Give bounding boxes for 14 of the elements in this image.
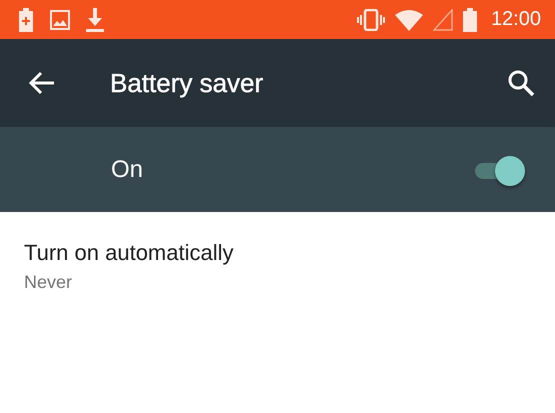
switch-label: On — [111, 156, 144, 184]
wifi-icon — [394, 8, 423, 30]
back-button[interactable] — [28, 71, 56, 95]
screen-title: Battery saver — [110, 68, 264, 98]
cell-signal-icon — [432, 8, 453, 30]
battery-icon — [462, 8, 477, 32]
clock-time: 12:00 — [490, 8, 541, 31]
battery-charging-icon — [18, 8, 34, 32]
vibrate-icon — [356, 8, 385, 30]
image-icon — [50, 10, 70, 30]
preference-title[interactable]: Turn on automatically — [24, 240, 531, 266]
preference-summary: Never — [24, 272, 74, 293]
download-icon — [86, 8, 104, 32]
search-button[interactable] — [507, 69, 535, 97]
